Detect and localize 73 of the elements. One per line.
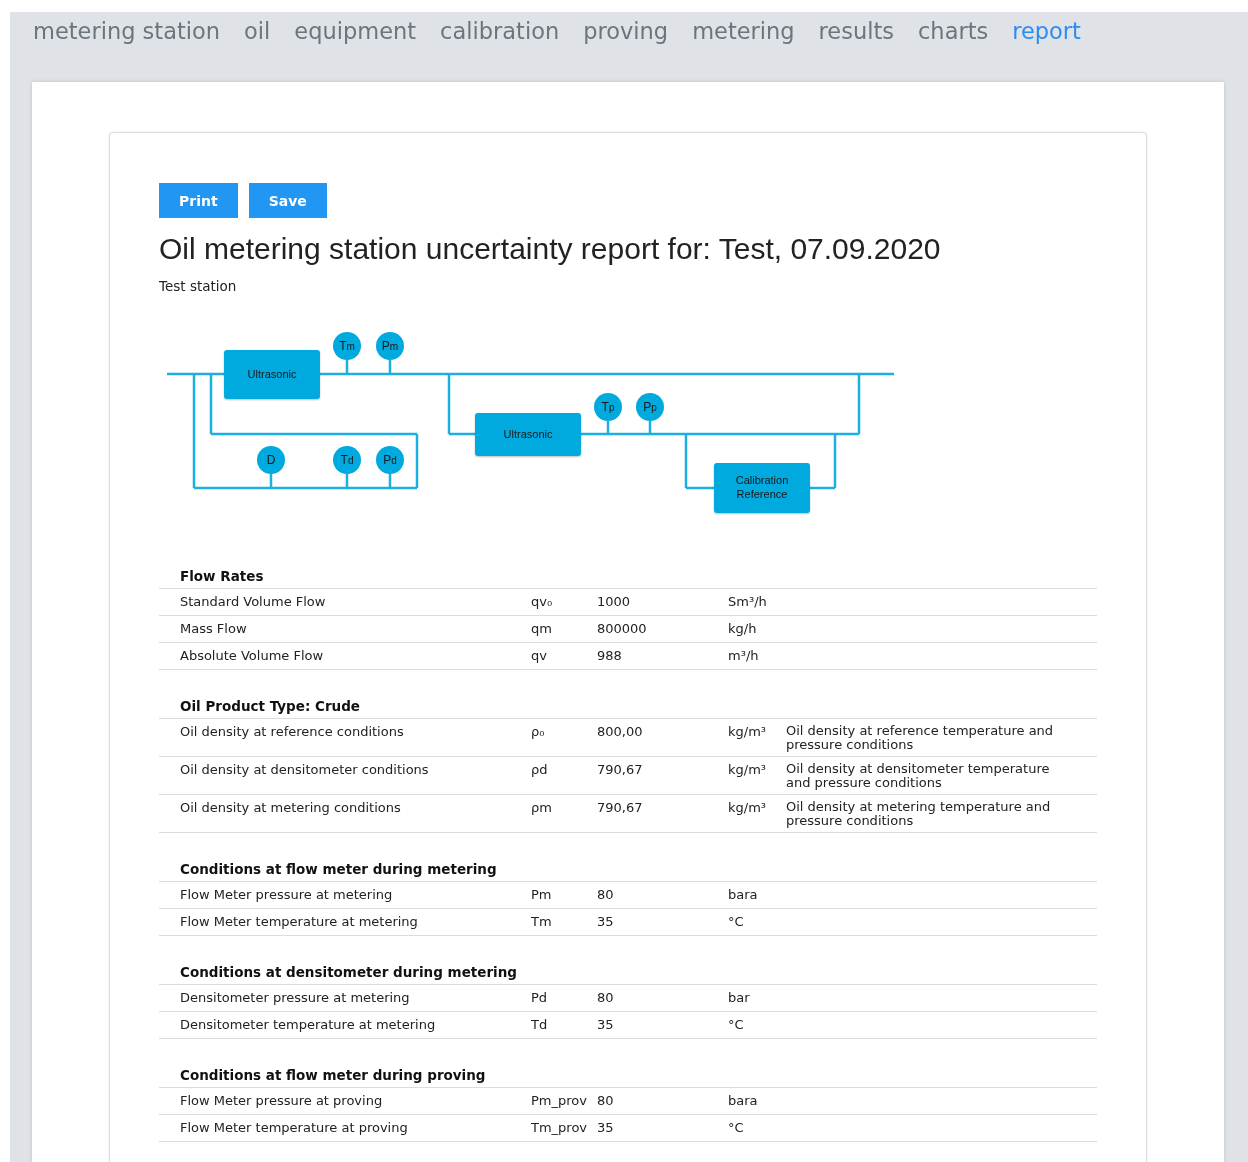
row-label: Densitometer temperature at metering — [180, 1017, 437, 1034]
value-cell-text: 790,67 — [597, 762, 644, 779]
symbol-cell-text: Pm — [531, 887, 553, 904]
symbol-cell-text: qv₀ — [531, 594, 554, 611]
symbol-cell-text: ρ₀ — [531, 724, 546, 741]
meter-box: Ultrasonic — [475, 413, 581, 456]
nav-tab[interactable]: metering station — [33, 18, 221, 48]
row-label: Oil density at metering conditions — [180, 800, 402, 817]
nav-tab[interactable]: charts — [918, 18, 989, 48]
row-label: Flow Meter pressure at metering — [180, 887, 394, 904]
value-cell-text: 35 — [597, 1017, 615, 1034]
row-label: Flow Meter temperature at metering — [180, 914, 419, 931]
description-cell-text: Oil density at reference temperature and pressure conditions — [786, 724, 1055, 752]
symbol-cell-text: Pm_prov — [531, 1093, 588, 1110]
section-heading: Oil Product Type: Crude — [159, 694, 1097, 719]
value-cell-text: 80 — [597, 990, 615, 1007]
nav-tab[interactable]: report — [1012, 18, 1081, 48]
value-cell-text: 80 — [597, 1093, 615, 1110]
symbol-cell-text: qm — [531, 621, 553, 638]
value-cell-text: 790,67 — [597, 800, 644, 817]
nav-tab[interactable]: oil — [244, 18, 271, 48]
symbol-cell-text: qv — [531, 648, 548, 665]
unit-cell-text: kg/m³ — [728, 724, 768, 741]
value-cell-text: 35 — [597, 914, 615, 931]
row-label: Densitometer pressure at metering — [180, 990, 411, 1007]
action-button[interactable]: Save — [248, 183, 327, 218]
unit-cell-text: bara — [728, 1093, 759, 1110]
unit-cell-text: kg/m³ — [728, 762, 768, 779]
unit-cell-text: °C — [728, 1120, 745, 1137]
unit-cell-text: bar — [728, 990, 751, 1007]
symbol-cell-text: Td — [531, 1017, 549, 1034]
section-heading: Conditions at flow meter during proving — [159, 1063, 1097, 1088]
nav-tab[interactable]: proving — [583, 18, 669, 48]
row-label: Flow Meter temperature at proving — [180, 1120, 409, 1137]
section-heading: Conditions at flow meter during metering — [159, 857, 1097, 882]
unit-cell-text: kg/h — [728, 621, 758, 638]
meter-box: Calibration Reference — [714, 463, 810, 513]
unit-cell-text: °C — [728, 914, 745, 931]
nav-tab[interactable]: calibration — [440, 18, 560, 48]
section-heading: Conditions at densitometer during metering — [159, 960, 1097, 985]
symbol-cell-text: Pd — [531, 990, 549, 1007]
value-cell-text: 800000 — [597, 621, 648, 638]
gauge-node: D — [257, 446, 285, 474]
value-cell-text: 80 — [597, 887, 615, 904]
row-label: Mass Flow — [180, 621, 248, 638]
meter-box: Ultrasonic — [224, 350, 320, 399]
unit-cell-text: kg/m³ — [728, 800, 768, 817]
value-cell-text: 1000 — [597, 594, 632, 611]
description-cell-text: Oil density at densitometer temperature and pressure conditions — [786, 762, 1051, 790]
row-label: Standard Volume Flow — [180, 594, 327, 611]
unit-cell-text: Sm³/h — [728, 594, 768, 611]
nav-tab[interactable]: results — [818, 18, 894, 48]
unit-cell-text: °C — [728, 1017, 745, 1034]
unit-cell-text: m³/h — [728, 648, 760, 665]
symbol-cell-text: ρd — [531, 762, 549, 779]
value-cell-text: 800,00 — [597, 724, 644, 741]
report-title: Oil metering station uncertainty report for: Test, 07.09.2020 — [159, 232, 942, 266]
description-cell-text: Oil density at metering temperature and pressure conditions — [786, 800, 1052, 828]
symbol-cell-text: ρm — [531, 800, 553, 817]
row-label: Absolute Volume Flow — [180, 648, 325, 665]
nav-tab[interactable]: equipment — [294, 18, 417, 48]
action-button[interactable]: Print — [159, 183, 238, 218]
nav-tab[interactable]: metering — [692, 18, 795, 48]
symbol-cell-text: Tm — [531, 914, 553, 931]
value-cell-text: 35 — [597, 1120, 615, 1137]
row-label: Oil density at reference conditions — [180, 724, 405, 741]
section-heading: Flow Rates — [159, 564, 1097, 589]
row-label: Oil density at densitometer conditions — [180, 762, 430, 779]
row-label: Flow Meter pressure at proving — [180, 1093, 384, 1110]
value-cell-text: 988 — [597, 648, 623, 665]
station-name: Test station — [159, 278, 238, 294]
unit-cell-text: bara — [728, 887, 759, 904]
symbol-cell-text: Tm_prov — [531, 1120, 589, 1137]
